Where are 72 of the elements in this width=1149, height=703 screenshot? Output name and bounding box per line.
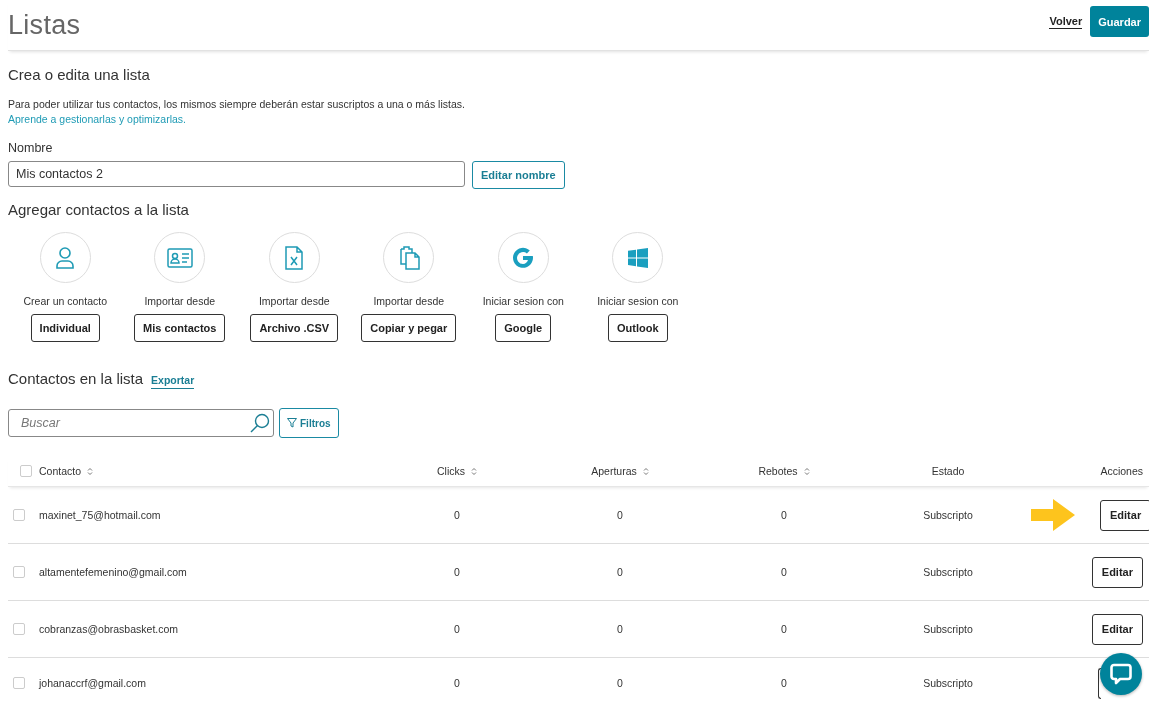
rename-button[interactable]: Editar nombre	[472, 161, 565, 189]
option-button[interactable]: Archivo .CSV	[250, 314, 339, 342]
option-caption: Iniciar sesion con	[597, 295, 679, 307]
checkbox[interactable]	[13, 566, 25, 578]
column-header: Estado	[931, 465, 965, 477]
save-button[interactable]: Guardar	[1090, 6, 1149, 37]
table-cell-text: altamentefemenino@gmail.com	[39, 566, 188, 578]
checkbox[interactable]	[20, 465, 32, 477]
google-icon	[512, 246, 535, 269]
table-cell-text: 0	[453, 509, 461, 521]
sort-icon	[642, 466, 649, 476]
option-caption: Importar desde	[144, 295, 216, 307]
table-cell-text: 0	[616, 677, 624, 689]
option-caption: Crear un contacto	[23, 295, 107, 307]
clipboard-icon	[397, 245, 420, 270]
table-cell-text: 0	[780, 623, 788, 635]
table-cell-text: cobranzas@obrasbasket.com	[39, 623, 180, 635]
filter-icon	[287, 418, 297, 428]
column-header[interactable]: Aperturas	[591, 465, 649, 477]
table-cell-text: johanaccrf@gmail.com	[39, 677, 147, 689]
table-cell-text: 0	[616, 509, 624, 521]
option-caption: Importar desde	[373, 295, 445, 307]
search-icon[interactable]	[250, 413, 270, 433]
table-cell-text: Subscripto	[922, 509, 974, 521]
name-field[interactable]: Mis contactos 2	[8, 161, 465, 187]
column-header: Acciones	[1100, 465, 1143, 477]
filter-button[interactable]: Filtros	[279, 408, 339, 438]
table-cell-text: 0	[616, 566, 624, 578]
table-cell-text: Subscripto	[922, 623, 974, 635]
option-button[interactable]: Copiar y pegar	[361, 314, 457, 342]
option-button[interactable]: Mis contactos	[134, 314, 226, 342]
checkbox[interactable]	[13, 509, 25, 521]
section-heading: Contactos en la lista	[8, 370, 144, 387]
column-header[interactable]: Rebotes	[758, 465, 810, 477]
edit-button[interactable]: Editar	[1091, 613, 1143, 645]
sort-icon	[803, 466, 810, 476]
checkbox[interactable]	[13, 623, 25, 635]
table-cell-text: 0	[453, 566, 461, 578]
back-link[interactable]: Volver	[1049, 14, 1083, 29]
section-heading: Agregar contactos a la lista	[8, 201, 190, 218]
field-label: Nombre	[8, 141, 54, 155]
chat-icon[interactable]	[1110, 663, 1132, 685]
option-button[interactable]: Individual	[30, 314, 100, 342]
table-cell-text: Subscripto	[922, 566, 974, 578]
file-x-icon	[285, 245, 304, 270]
table-cell-text: 0	[453, 623, 461, 635]
table-cell-text: 0	[780, 509, 788, 521]
column-header[interactable]: Clicks	[437, 465, 477, 477]
checkbox[interactable]	[13, 677, 25, 689]
edit-button[interactable]: Editar	[1091, 556, 1143, 588]
table-cell-text: 0	[780, 566, 788, 578]
table-cell-text: Subscripto	[922, 677, 974, 689]
option-button[interactable]: Google	[495, 314, 552, 342]
id-card-icon	[166, 247, 193, 268]
option-button[interactable]: Outlook	[607, 314, 668, 342]
table-cell-text: 0	[616, 623, 624, 635]
table-cell-text: 0	[780, 677, 788, 689]
sort-icon	[471, 466, 477, 476]
help-text: Para poder utilizar tus contactos, los mismos siempre deberán estar suscriptos a una o más listas. Aprende a gestionarlas y optimizarlas.	[8, 97, 466, 127]
option-caption: Importar desde	[258, 295, 330, 307]
search-field[interactable]: Buscar	[8, 409, 274, 437]
edit-button[interactable]: Editar	[1100, 499, 1149, 531]
export-link[interactable]: Exportar	[151, 374, 195, 389]
column-header[interactable]: Contacto	[39, 465, 94, 477]
page-title: Listas	[8, 9, 81, 41]
sort-icon	[87, 466, 94, 476]
table-cell-text: 0	[453, 677, 461, 689]
table-cell-text: maxinet_75@hotmail.com	[39, 509, 162, 521]
section-heading: Crea o edita una lista	[8, 66, 151, 83]
windows-icon	[627, 247, 648, 268]
option-caption: Iniciar sesion con	[482, 295, 564, 307]
person-icon	[55, 245, 76, 270]
